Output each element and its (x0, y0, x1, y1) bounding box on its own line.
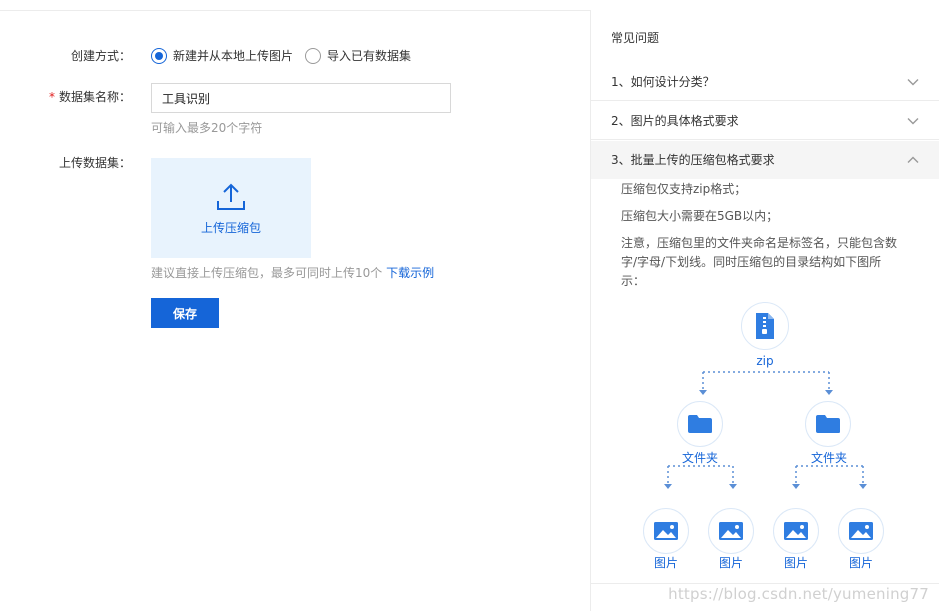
dataset-name-hint: 可输入最多20个字符 (151, 121, 263, 135)
faq-question: 2、图片的具体格式要求 (611, 113, 739, 128)
image-label: 图片 (783, 556, 809, 570)
zip-label: zip (756, 354, 774, 368)
radio-new-upload-label: 新建并从本地上传图片 (173, 49, 294, 63)
upload-label: 上传数据集： (58, 156, 131, 170)
dataset-form: 创建方式： 新建并从本地上传图片 导入已有数据集 *数据集名称： 可输入最多20… (0, 0, 590, 611)
image-icon (784, 522, 808, 540)
watermark: https://blog.csdn.net/yumening77 (668, 585, 929, 603)
zip-file-icon (756, 313, 774, 339)
folder-icon (688, 415, 712, 433)
faq-question: 1、如何设计分类？ (611, 74, 715, 89)
dataset-name-label: * 数据集名称： (49, 89, 131, 105)
folder-label: 文件夹 (810, 451, 848, 465)
chevron-down-icon (907, 118, 919, 125)
faq-answer-line: 注意，压缩包里的文件夹命名是标签名，只能包含数字/字母/下划线。同时压缩包的目录… (621, 236, 898, 288)
chevron-down-icon (907, 79, 919, 86)
image-icon (849, 522, 873, 540)
required-mark: * (48, 90, 55, 104)
save-button[interactable]: 保存 (151, 298, 219, 328)
image-label: 图片 (653, 556, 679, 570)
create-mode-radio-group: 新建并从本地上传图片 导入已有数据集 (151, 48, 423, 64)
folder-icon (816, 415, 840, 433)
upload-icon (217, 183, 245, 210)
radio-new-upload[interactable]: 新建并从本地上传图片 (151, 48, 293, 64)
dataset-name-label-text: 数据集名称： (58, 90, 131, 104)
faq-answer: 压缩包仅支持zip格式； 压缩包大小需要在5GB以内； 注意，压缩包里的文件夹命… (591, 180, 939, 299)
folder-node (677, 401, 723, 447)
upload-hint-text: 建议直接上传压缩包，最多可同时上传10个 (151, 266, 383, 280)
upload-zip-label: 上传压缩包 (200, 221, 261, 235)
radio-import-existing[interactable]: 导入已有数据集 (305, 48, 411, 64)
faq-item-2[interactable]: 2、图片的具体格式要求 (591, 102, 939, 140)
faq-item-1[interactable]: 1、如何设计分类？ (591, 63, 939, 101)
download-example-link[interactable]: 下载示例 (386, 266, 434, 280)
image-icon (719, 522, 743, 540)
page: 创建方式： 新建并从本地上传图片 导入已有数据集 *数据集名称： 可输入最多20… (0, 0, 939, 611)
faq-question: 3、批量上传的压缩包格式要求 (611, 153, 775, 167)
faq-answer-line: 压缩包大小需要在5GB以内； (621, 209, 779, 223)
faq-title: 常见问题 (611, 31, 660, 45)
upload-zip-box[interactable]: 上传压缩包 (151, 158, 311, 258)
faq-bottom-divider (591, 583, 939, 584)
radio-checked-icon[interactable] (151, 48, 167, 64)
radio-import-existing-label: 导入已有数据集 (327, 49, 412, 63)
image-node (773, 508, 819, 554)
faq-panel: 常见问题 1、如何设计分类？ 2、图片的具体格式要求 3、批量上传的压缩包格式要… (590, 10, 939, 611)
radio-unchecked-icon[interactable] (305, 48, 322, 64)
chevron-up-icon (907, 156, 919, 163)
zip-structure-diagram: zip 文件夹 文件夹 图片 图片 图片 图片 (591, 300, 939, 580)
folder-node (805, 401, 851, 447)
zip-node (741, 302, 789, 350)
dataset-name-input[interactable] (151, 83, 451, 113)
image-label: 图片 (718, 556, 744, 570)
image-node (838, 508, 884, 554)
image-node (643, 508, 689, 554)
faq-answer-line: 压缩包仅支持zip格式； (621, 182, 747, 196)
image-label: 图片 (848, 556, 874, 570)
folder-label: 文件夹 (681, 451, 719, 465)
create-mode-label: 创建方式： (70, 49, 131, 63)
upload-hint: 建议直接上传压缩包，最多可同时上传10个 下载示例 (151, 265, 434, 281)
image-node (708, 508, 754, 554)
faq-item-3[interactable]: 3、批量上传的压缩包格式要求 (591, 141, 939, 179)
image-icon (654, 522, 678, 540)
